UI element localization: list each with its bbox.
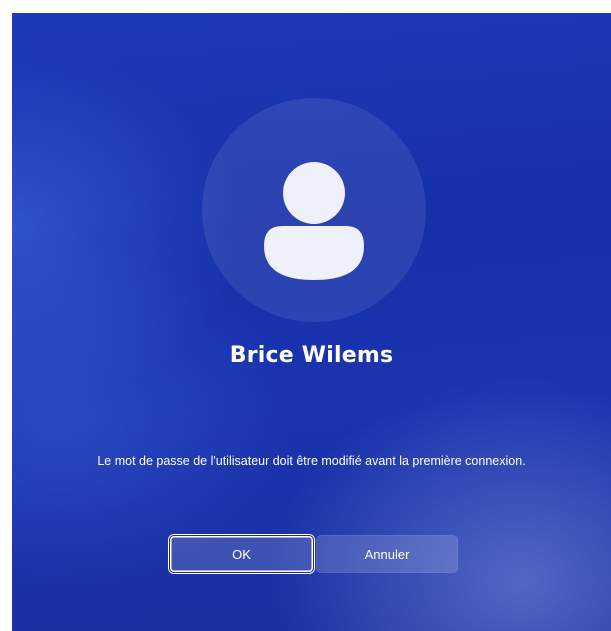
password-change-message: Le mot de passe de l'utilisateur doit êt…: [97, 454, 526, 468]
login-window: Brice Wilems Le mot de passe de l'utilis…: [0, 0, 611, 631]
ok-button-label: OK: [232, 546, 251, 562]
user-name: Brice Wilems: [229, 343, 394, 368]
lock-screen-background: Brice Wilems Le mot de passe de l'utilis…: [12, 13, 611, 631]
cancel-button-label: Annuler: [364, 546, 410, 562]
user-avatar-icon: [264, 162, 364, 280]
user-avatar: [202, 98, 426, 322]
cancel-button[interactable]: Annuler: [316, 535, 458, 573]
ok-button[interactable]: OK: [169, 535, 314, 573]
